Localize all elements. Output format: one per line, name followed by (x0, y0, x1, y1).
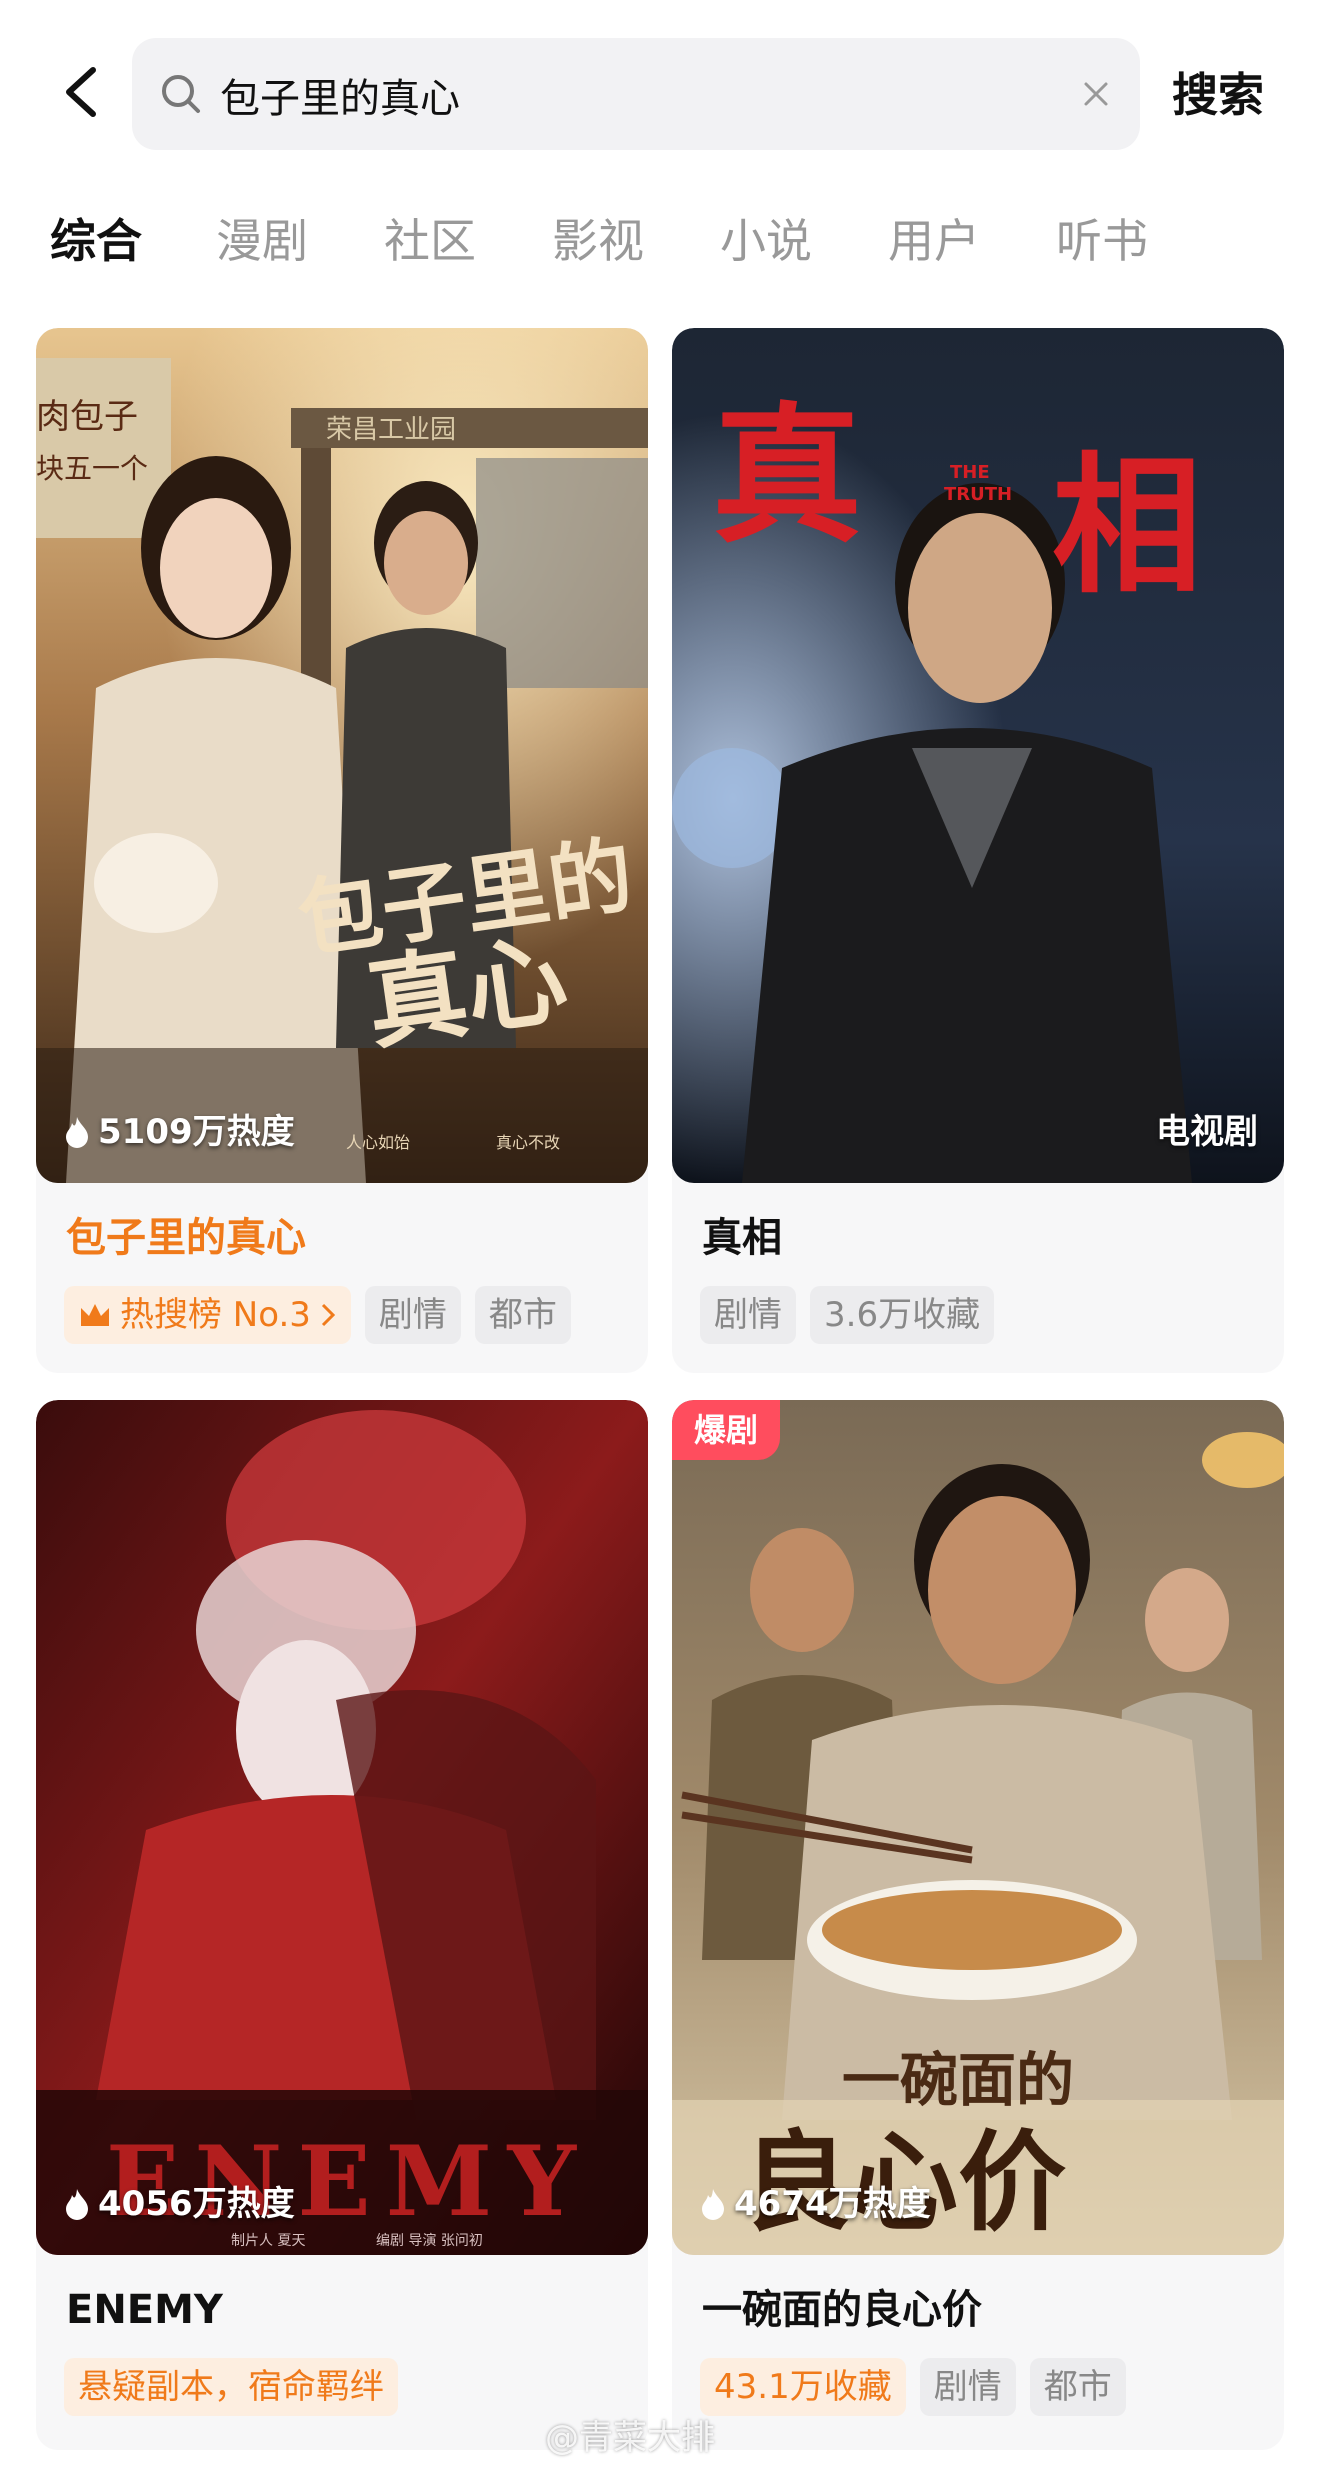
tag-list: 43.1万收藏 剧情 都市 (700, 2358, 1126, 2418)
poster-credits: 编剧 导演 张问初 (376, 2232, 483, 2249)
poster-tagline: 真心不改 (496, 1133, 560, 1152)
genre-tag: 都市 (1029, 2358, 1126, 2416)
poster-image: 一碗面的 良心价 爆剧 4674万热度 (672, 1400, 1284, 2255)
poster-title-char: 真 (712, 388, 862, 564)
category-tabs: 综合 漫剧 社区 影视 小说 用户 听书 (0, 196, 1319, 286)
flame-icon (66, 1117, 88, 1148)
flame-icon (702, 2189, 724, 2220)
poster-english-title: THE (950, 462, 990, 483)
tab-audiobook[interactable]: 听书 (1056, 196, 1148, 286)
result-card[interactable]: ENEMY 制片人 夏天 编剧 导演 张问初 4056万热度 ENEMY 悬疑副… (36, 1400, 648, 2450)
heat-count: 5109万热度 (62, 1107, 295, 1157)
poster-credits: 制片人 夏天 (231, 2233, 305, 2249)
poster-english-title: TRUTH (944, 484, 1012, 505)
heat-count: 4674万热度 (698, 2179, 931, 2229)
flame-icon (66, 2189, 88, 2220)
favorites-tag: 3.6万收藏 (810, 1286, 995, 1344)
card-title: 包子里的真心 (66, 1215, 306, 1261)
genre-tag: 剧情 (700, 1286, 796, 1344)
poster-image: ENEMY 制片人 夏天 编剧 导演 张问初 4056万热度 (36, 1400, 648, 2255)
crown-icon (81, 1304, 109, 1326)
close-icon (1084, 82, 1108, 106)
result-card[interactable]: 一碗面的 良心价 爆剧 4674万热度 一碗面的良心价 43.1万收藏 剧情 都… (672, 1400, 1284, 2450)
back-button[interactable] (55, 62, 115, 122)
search-input[interactable] (218, 58, 1022, 132)
clear-search-button[interactable] (1076, 74, 1116, 114)
genre-tag: 剧情 (919, 2358, 1016, 2416)
search-icon (162, 75, 200, 113)
poster-sign-text: 肉包子 (36, 397, 138, 437)
tag-list: 剧情 3.6万收藏 (700, 1286, 995, 1346)
poster-image: 肉包子 块五一个 荣昌工业园 包子里的 真心 人心如饴 真心不改 5109万热度 (36, 328, 648, 1183)
search-box[interactable] (132, 38, 1140, 150)
tab-film-tv[interactable]: 影视 (552, 196, 644, 286)
heat-text: 5109万热度 (98, 1112, 295, 1152)
tab-users[interactable]: 用户 (888, 196, 980, 286)
tab-novel[interactable]: 小说 (720, 196, 812, 286)
tab-community[interactable]: 社区 (384, 196, 476, 286)
result-card[interactable]: 真 相 THE TRUTH 电视剧 真相 剧情 3.6万收藏 (672, 328, 1284, 1373)
favorites-tag: 43.1万收藏 (700, 2358, 906, 2416)
tag-list: 悬疑副本，宿命羁绊 (64, 2358, 398, 2418)
poster-sign-text: 块五一个 (36, 452, 148, 485)
genre-tag: 剧情 (364, 1286, 461, 1344)
poster-image: 真 相 THE TRUTH 电视剧 (672, 328, 1284, 1183)
card-title: 一碗面的良心价 (702, 2287, 982, 2333)
media-type-label: 电视剧 (1156, 1112, 1258, 1152)
heat-text: 4056万热度 (98, 2184, 295, 2224)
card-title: 真相 (702, 1215, 782, 1261)
watermark: @青菜大排 (545, 2418, 715, 2458)
search-header: 搜索 (0, 0, 1319, 180)
chevron-left-icon (66, 67, 96, 117)
hot-drama-badge: 爆剧 (672, 1400, 781, 1460)
heat-text: 4674万热度 (734, 2184, 931, 2224)
poster-title-line1: 一碗面的 (842, 2046, 1074, 2114)
description-tag: 悬疑副本，宿命羁绊 (64, 2358, 398, 2416)
tag-list: 热搜榜 No.3 剧情 都市 (64, 1286, 571, 1346)
tab-comic-drama[interactable]: 漫剧 (216, 196, 308, 286)
search-button[interactable]: 搜索 (1172, 60, 1264, 130)
tab-all[interactable]: 综合 (50, 196, 142, 286)
poster-gate-text: 荣昌工业园 (326, 415, 456, 445)
heat-count: 4056万热度 (62, 2179, 295, 2229)
genre-tag: 都市 (474, 1286, 571, 1344)
hot-rank-label: 热搜榜 No.3 (120, 1295, 311, 1335)
poster-tagline: 人心如饴 (346, 1133, 410, 1152)
poster-title-char: 相 (1052, 438, 1202, 614)
card-title: ENEMY (66, 2287, 223, 2333)
hot-rank-tag[interactable]: 热搜榜 No.3 (64, 1286, 351, 1344)
result-card[interactable]: 肉包子 块五一个 荣昌工业园 包子里的 真心 人心如饴 真心不改 5109万热度… (36, 328, 648, 1373)
chevron-right-icon (321, 1303, 336, 1327)
